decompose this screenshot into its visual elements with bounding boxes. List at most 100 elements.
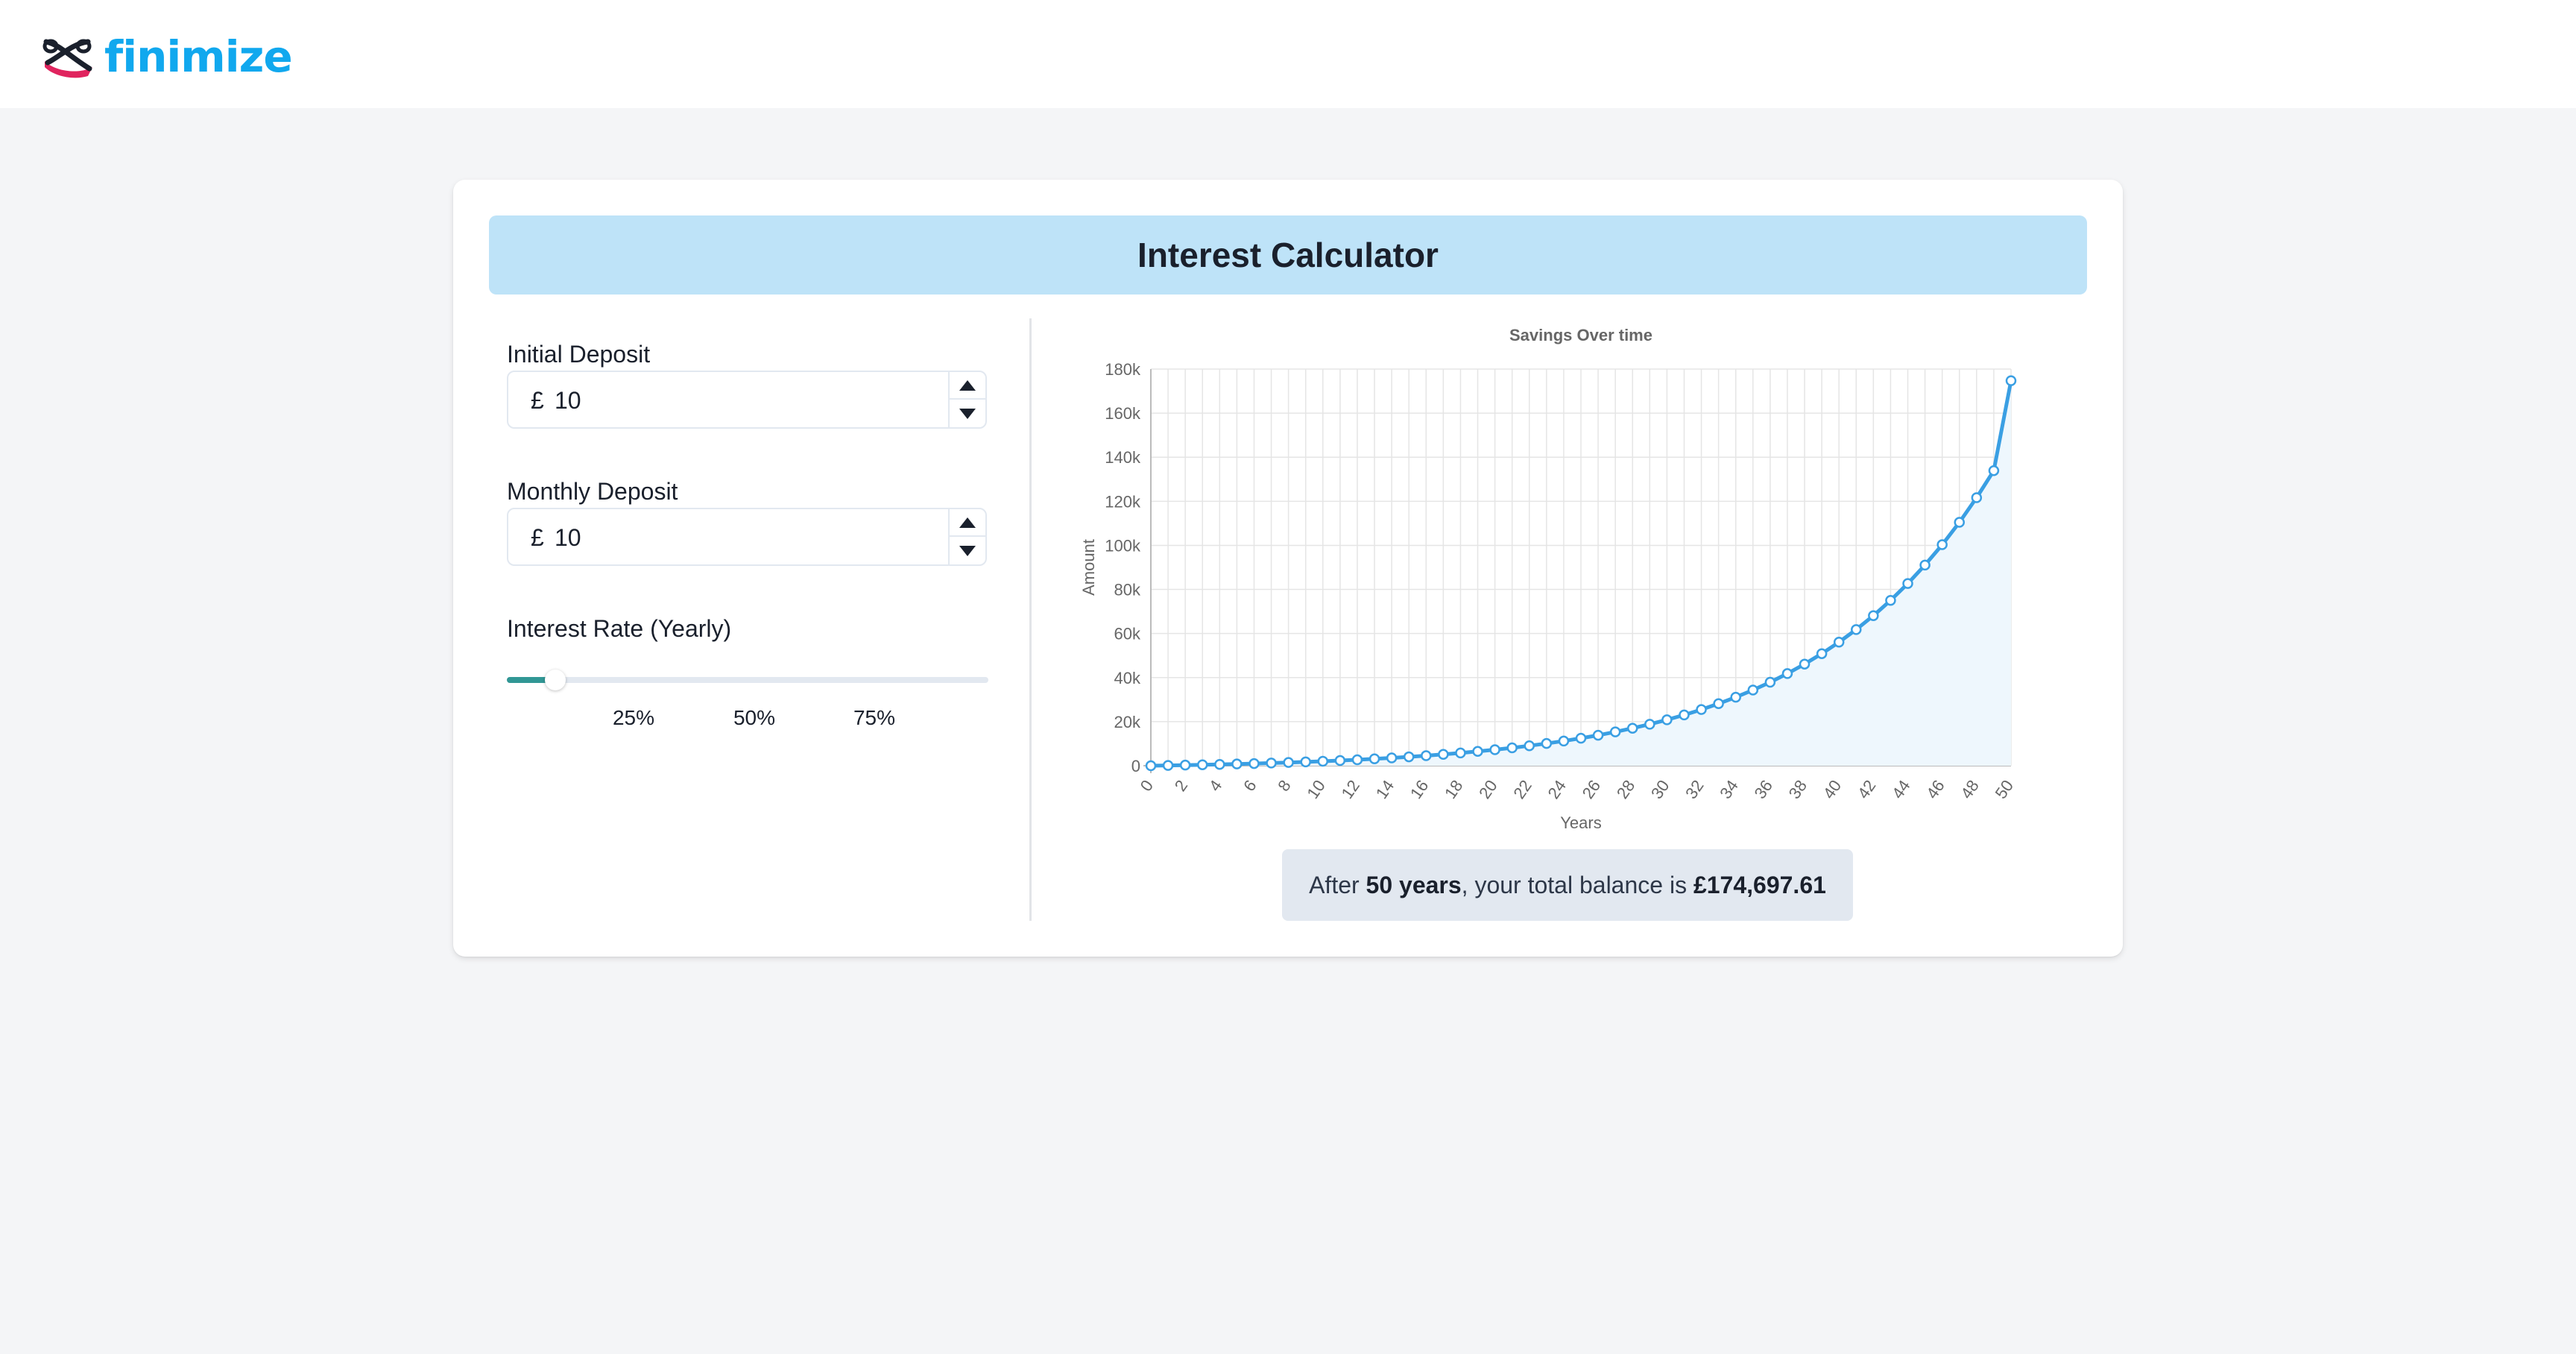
initial-deposit-increment-button[interactable]: [950, 372, 985, 400]
initial-deposit-input[interactable]: £ 10: [507, 371, 987, 429]
data-point: [1334, 755, 1346, 766]
data-point: [1558, 735, 1570, 747]
y-tick-label: 180k: [1105, 360, 1141, 379]
x-tick-label: 36: [1750, 777, 1776, 802]
y-tick-label: 120k: [1105, 492, 1141, 511]
data-point: [1730, 691, 1741, 703]
initial-deposit-label-text: Initial Deposit: [507, 341, 651, 368]
monthly-deposit-increment-button[interactable]: [950, 509, 985, 537]
data-point: [1145, 760, 1157, 772]
x-tick-label: 26: [1579, 777, 1605, 802]
data-point: [1196, 759, 1208, 770]
slider-mark-75: 75%: [853, 706, 896, 729]
data-point: [1455, 747, 1466, 759]
x-tick-label: 32: [1682, 777, 1708, 802]
data-point: [1661, 714, 1673, 725]
data-point: [1489, 744, 1500, 755]
monthly-deposit-value: 10: [555, 524, 581, 551]
data-point: [1403, 751, 1415, 763]
data-point: [1472, 746, 1483, 758]
data-point: [1747, 684, 1759, 696]
data-point: [1506, 742, 1518, 754]
data-point: [1368, 753, 1380, 765]
interest-rate-label: Interest Rate (Yearly): [507, 615, 732, 642]
x-tick-label: 6: [1240, 777, 1260, 795]
y-tick-label: 140k: [1105, 448, 1141, 467]
data-point: [1816, 648, 1828, 659]
savings-chart: Savings Over time 0 20k 40k 60k 80k 100k 120k 14…: [1049, 318, 2123, 885]
x-tick-label: 4: [1205, 777, 1226, 795]
monthly-deposit-stepper: [948, 509, 985, 564]
result-amount: £174,697.61: [1693, 871, 1826, 898]
x-tick-label: 34: [1716, 777, 1742, 802]
y-tick-label: 20k: [1114, 713, 1141, 731]
x-tick-label: 14: [1372, 777, 1398, 802]
data-point: [1592, 729, 1604, 741]
calculator-title: Interest Calculator: [1137, 236, 1439, 274]
data-point: [1799, 658, 1811, 670]
data-point: [1231, 758, 1243, 769]
data-point: [1351, 754, 1363, 766]
interest-rate-slider[interactable]: [507, 666, 988, 696]
x-tick-label: 10: [1303, 777, 1329, 802]
x-tick-label: 0: [1137, 777, 1158, 795]
x-tick-label: 8: [1274, 777, 1295, 795]
savings-chart-svg: Savings Over time 0 20k 40k 60k 80k 100k 120k 14…: [1079, 326, 2017, 832]
monthly-deposit-decrement-button[interactable]: [950, 537, 985, 564]
initial-deposit-decrement-button[interactable]: [950, 400, 985, 427]
data-point: [1317, 755, 1329, 767]
monthly-deposit-input[interactable]: £ 10: [507, 508, 987, 566]
x-tick-label: 18: [1441, 777, 1467, 802]
brand-name: finimize: [104, 31, 293, 82]
data-point: [1764, 676, 1776, 688]
x-tick-label: 28: [1613, 777, 1639, 802]
caret-up-icon: [959, 517, 976, 528]
x-tick-label: 46: [1922, 777, 1948, 802]
result-prefix: After: [1309, 871, 1366, 898]
data-point: [1283, 757, 1294, 768]
y-tick-label: 60k: [1114, 625, 1141, 643]
y-tick-label: 160k: [1105, 404, 1141, 423]
x-tick-label: 48: [1957, 777, 1983, 802]
data-point: [1421, 750, 1432, 761]
data-point: [1541, 737, 1553, 749]
slider-thumb[interactable]: [544, 670, 566, 690]
data-point: [1179, 759, 1191, 771]
y-tick-label: 100k: [1105, 536, 1141, 555]
data-point: [1214, 758, 1225, 770]
slider-track: [507, 677, 988, 683]
x-tick-label: 40: [1819, 777, 1846, 802]
slider-mark-50: 50%: [733, 706, 776, 729]
panel-divider: [1029, 318, 1032, 921]
data-point: [1162, 760, 1174, 771]
x-tick-label: 16: [1407, 777, 1433, 802]
x-tick-label: 42: [1854, 777, 1880, 802]
caret-up-icon: [959, 380, 976, 391]
monthly-deposit-currency: £: [531, 524, 544, 551]
y-axis-label: Amount: [1079, 539, 1098, 596]
data-point: [1868, 610, 1879, 621]
data-point: [1696, 704, 1707, 715]
data-point: [1851, 624, 1862, 635]
y-tick-label: 80k: [1114, 581, 1141, 599]
data-point: [1300, 756, 1311, 768]
data-point: [1266, 758, 1277, 769]
x-tick-label: 12: [1338, 777, 1364, 802]
chart-title: Savings Over time: [1509, 326, 1652, 344]
x-tick-label: 22: [1509, 777, 1535, 802]
result-middle: , your total balance is: [1461, 871, 1693, 898]
data-point: [1954, 517, 1966, 528]
data-point: [1575, 732, 1587, 744]
data-point: [1781, 668, 1793, 679]
data-point: [1679, 709, 1690, 721]
initial-deposit-value: 10: [555, 387, 581, 414]
x-tick-label: 20: [1475, 777, 1501, 802]
brand-logo[interactable]: finimize: [40, 27, 293, 86]
top-navbar: finimize: [0, 0, 2576, 108]
data-point: [1609, 726, 1621, 737]
result-years: 50 years: [1366, 871, 1462, 898]
data-point: [1644, 719, 1655, 730]
finimize-logo-icon: [42, 39, 92, 78]
initial-deposit-stepper: [948, 372, 985, 427]
x-tick-label: 24: [1544, 777, 1570, 802]
